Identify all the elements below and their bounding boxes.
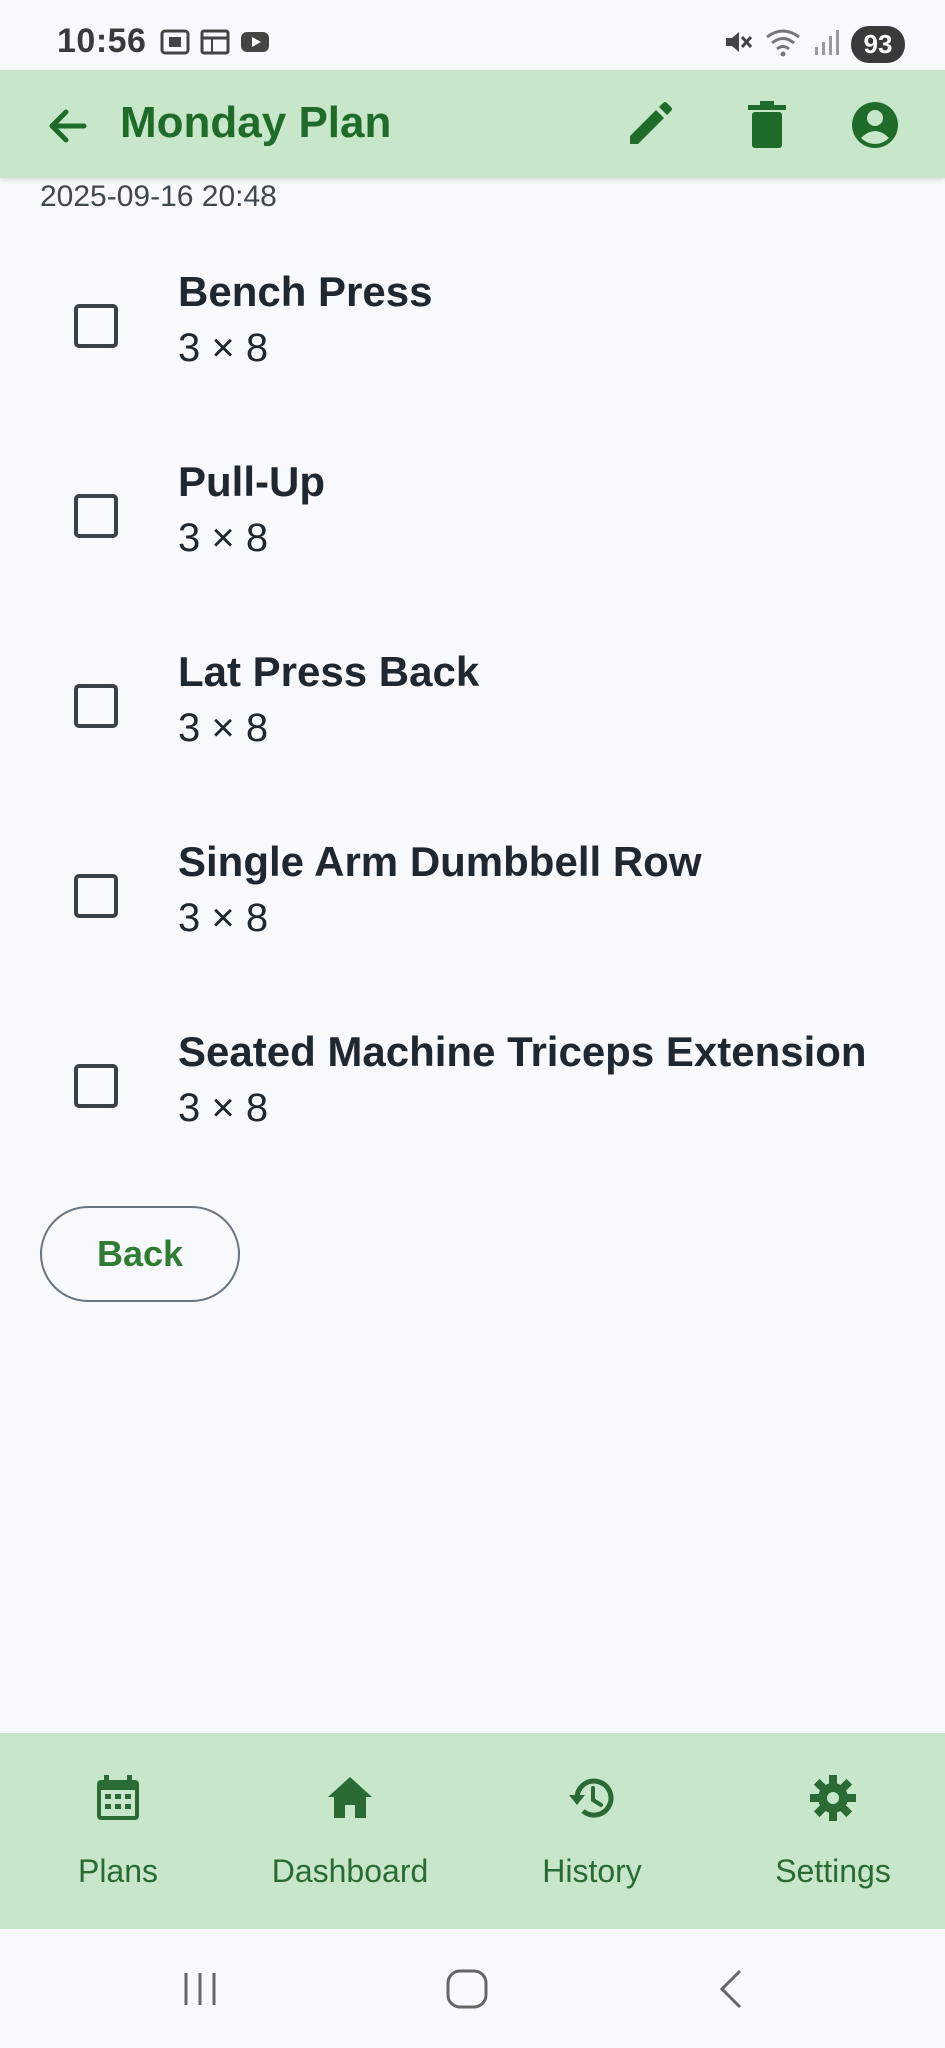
status-icons-left [160, 28, 270, 56]
exercise-item[interactable]: Pull-Up 3 × 8 [0, 458, 945, 608]
mute-icon [723, 27, 753, 62]
delete-icon[interactable] [740, 98, 794, 152]
home-icon [325, 1773, 375, 1823]
exercise-item[interactable]: Seated Machine Triceps Extension 3 × 8 [0, 1028, 945, 1178]
battery-indicator: 93 [851, 26, 905, 63]
bottom-nav: Plans Dashboard History Settings [0, 1733, 945, 1929]
gear-icon [808, 1773, 858, 1823]
account-icon[interactable] [848, 98, 902, 152]
exercise-name: Bench Press [178, 268, 433, 315]
app-bar: Monday Plan [0, 70, 945, 178]
exercise-item[interactable]: Single Arm Dumbbell Row 3 × 8 [0, 838, 945, 988]
nav-item-dashboard[interactable]: Dashboard [232, 1733, 468, 1929]
exercise-name: Pull-Up [178, 458, 325, 505]
edit-icon[interactable] [622, 98, 676, 152]
signal-icon [813, 27, 839, 62]
back-arrow-icon[interactable] [44, 102, 92, 150]
plan-date: 2025-09-16 20:48 [40, 180, 277, 213]
back-button[interactable]: Back [40, 1206, 240, 1302]
exercise-checkbox[interactable] [74, 494, 118, 538]
nav-label: Dashboard [271, 1853, 429, 1889]
exercise-sets-reps: 3 × 8 [178, 326, 269, 370]
exercise-item[interactable]: Lat Press Back 3 × 8 [0, 648, 945, 798]
page-title: Monday Plan [120, 98, 392, 147]
exercise-checkbox[interactable] [74, 874, 118, 918]
status-time: 10:56 [57, 22, 147, 60]
exercise-name: Single Arm Dumbbell Row [178, 838, 702, 885]
exercise-sets-reps: 3 × 8 [178, 896, 269, 940]
status-icons-right: 93 [723, 26, 905, 63]
calendar-icon [200, 28, 230, 56]
exercise-checkbox[interactable] [74, 304, 118, 348]
exercise-item[interactable]: Bench Press 3 × 8 [0, 268, 945, 418]
exercise-name: Seated Machine Triceps Extension [178, 1028, 867, 1075]
system-nav-bar [0, 1929, 945, 2048]
calendar-icon [93, 1773, 143, 1823]
exercise-sets-reps: 3 × 8 [178, 706, 269, 750]
nav-item-settings[interactable]: Settings [715, 1733, 945, 1929]
nav-label: History [542, 1853, 642, 1889]
exercise-checkbox[interactable] [74, 1064, 118, 1108]
nav-item-plans[interactable]: Plans [0, 1733, 236, 1929]
exercise-sets-reps: 3 × 8 [178, 1086, 269, 1130]
exercise-name: Lat Press Back [178, 648, 480, 695]
youtube-icon [240, 28, 270, 56]
history-icon [567, 1773, 617, 1823]
wifi-icon [765, 27, 801, 62]
exercise-sets-reps: 3 × 8 [178, 516, 269, 560]
home-button-icon[interactable] [445, 1969, 489, 2014]
recents-icon[interactable] [180, 1969, 224, 2014]
nav-item-history[interactable]: History [474, 1733, 710, 1929]
status-bar: 10:56 93 [0, 0, 945, 70]
system-back-icon[interactable] [712, 1969, 752, 2014]
nav-label: Settings [775, 1853, 891, 1889]
exercise-checkbox[interactable] [74, 684, 118, 728]
nav-label: Plans [77, 1853, 159, 1889]
screenshot-icon [160, 28, 190, 56]
